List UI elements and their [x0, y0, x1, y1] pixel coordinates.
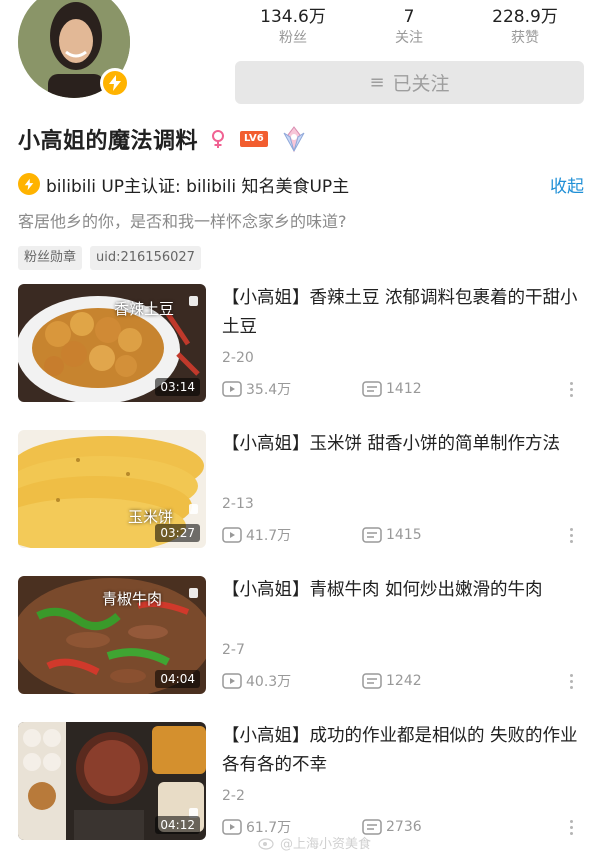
danmaku-count: 1415: [362, 527, 422, 543]
stat-label: 关注: [395, 30, 423, 46]
stat-followers[interactable]: 134.6万 粉丝: [235, 6, 351, 48]
play-count-value: 40.3万: [246, 674, 292, 690]
video-date: 2-2: [222, 788, 245, 804]
video-title[interactable]: 【小高姐】香辣土豆 浓郁调料包裹着的干甜小土豆: [222, 284, 588, 342]
play-count: 40.3万: [222, 671, 362, 691]
danmaku-count: 1412: [362, 381, 422, 397]
followed-label: 已关注: [392, 73, 450, 95]
followed-button[interactable]: ≡ 已关注: [235, 61, 584, 104]
stat-value: 134.6万: [260, 7, 326, 27]
lightning-badge-icon: [18, 173, 40, 195]
danmaku-icon: [362, 673, 382, 689]
video-title[interactable]: 【小高姐】成功的作业都是相似的 失败的作业各有各的不幸: [222, 722, 588, 780]
video-item[interactable]: 青椒牛肉 04:04 【小高姐】青椒牛肉 如何炒出嫩滑的牛肉 2-7 40.3万: [0, 574, 600, 720]
stat-following[interactable]: 7 关注: [351, 6, 467, 48]
level-badge: LV6: [240, 131, 268, 147]
certification-row: bilibili UP主认证: bilibili 知名美食UP主 收起: [18, 170, 584, 198]
video-thumbnail[interactable]: 玉米饼 03:27: [18, 430, 206, 548]
danmaku-count-value: 1242: [386, 673, 422, 689]
more-options-icon[interactable]: [566, 524, 576, 546]
video-title[interactable]: 【小高姐】青椒牛肉 如何炒出嫩滑的牛肉: [222, 576, 588, 605]
profile-stats: 134.6万 粉丝 7 关注 228.9万 获赞: [235, 6, 583, 48]
medal-icon[interactable]: [280, 125, 308, 153]
video-meta: 41.7万 1415: [222, 524, 588, 546]
video-duration: 04:12: [155, 816, 200, 834]
stat-value: 7: [403, 7, 415, 27]
certification-text: bilibili UP主认证: bilibili 知名美食UP主: [46, 176, 350, 197]
danmaku-count-value: 1412: [386, 381, 422, 397]
profile-bio: 客居他乡的你，是否和我一样怀念家乡的味道?: [18, 212, 347, 231]
video-list: 香辣土豆 03:14 【小高姐】香辣土豆 浓郁调料包裹着的干甜小土豆 2-20 …: [0, 282, 600, 858]
weibo-logo-icon: [258, 837, 274, 850]
danmaku-count-value: 2736: [386, 819, 422, 835]
video-item[interactable]: 玉米饼 03:27 【小高姐】玉米饼 甜香小饼的简单制作方法 2-13 41.7…: [0, 428, 600, 574]
more-options-icon[interactable]: [566, 670, 576, 692]
thumbnail-title: 青椒牛肉: [102, 590, 163, 608]
user-name: 小高姐的魔法调料: [18, 129, 199, 154]
play-count: 35.4万: [222, 379, 362, 399]
video-title[interactable]: 【小高姐】玉米饼 甜香小饼的简单制作方法: [222, 430, 588, 459]
verified-badge-icon: [100, 68, 130, 98]
video-thumbnail[interactable]: 青椒牛肉 04:04: [18, 576, 206, 694]
video-date: 2-7: [222, 642, 245, 658]
play-count: 41.7万: [222, 525, 362, 545]
bilibili-logo-icon: [189, 588, 198, 598]
bilibili-logo-icon: [189, 504, 198, 514]
video-date: 2-20: [222, 350, 254, 366]
danmaku-count: 1242: [362, 673, 422, 689]
play-icon: [222, 381, 242, 397]
danmaku-icon: [362, 381, 382, 397]
play-count-value: 41.7万: [246, 528, 292, 544]
danmaku-icon: [362, 527, 382, 543]
video-duration: 04:04: [155, 670, 200, 688]
video-date: 2-13: [222, 496, 254, 512]
thumbnail-title: 香辣土豆: [114, 300, 175, 318]
stat-value: 228.9万: [492, 7, 558, 27]
bilibili-logo-icon: [189, 296, 198, 306]
video-item[interactable]: 香辣土豆 03:14 【小高姐】香辣土豆 浓郁调料包裹着的干甜小土豆 2-20 …: [0, 282, 600, 428]
name-row: 小高姐的魔法调料 LV6: [18, 122, 308, 156]
avatar[interactable]: [18, 0, 130, 98]
fan-medal-tag[interactable]: 粉丝勋章: [18, 246, 83, 270]
video-thumbnail[interactable]: 04:12: [18, 722, 206, 840]
video-meta: 40.3万 1242: [222, 670, 588, 692]
video-duration: 03:14: [155, 378, 200, 396]
collapse-link[interactable]: 收起: [550, 172, 584, 197]
play-icon: [222, 673, 242, 689]
play-count-value: 35.4万: [246, 382, 292, 398]
profile-tags: 粉丝勋章 uid:216156027: [18, 246, 201, 270]
stat-likes[interactable]: 228.9万 获赞: [467, 6, 583, 48]
stat-label: 获赞: [511, 30, 539, 46]
more-options-icon[interactable]: [566, 816, 576, 838]
watermark: @上海小资美食: [258, 833, 371, 852]
video-duration: 03:27: [155, 524, 200, 542]
more-options-icon[interactable]: [566, 378, 576, 400]
menu-icon: ≡: [369, 72, 385, 93]
play-icon: [222, 819, 242, 835]
female-icon: [212, 130, 225, 148]
video-meta: 35.4万 1412: [222, 378, 588, 400]
video-thumbnail[interactable]: 香辣土豆 03:14: [18, 284, 206, 402]
danmaku-count-value: 1415: [386, 527, 422, 543]
watermark-text: @上海小资美食: [280, 837, 372, 852]
uid-tag: uid:216156027: [90, 246, 201, 270]
stat-label: 粉丝: [279, 30, 307, 46]
play-icon: [222, 527, 242, 543]
